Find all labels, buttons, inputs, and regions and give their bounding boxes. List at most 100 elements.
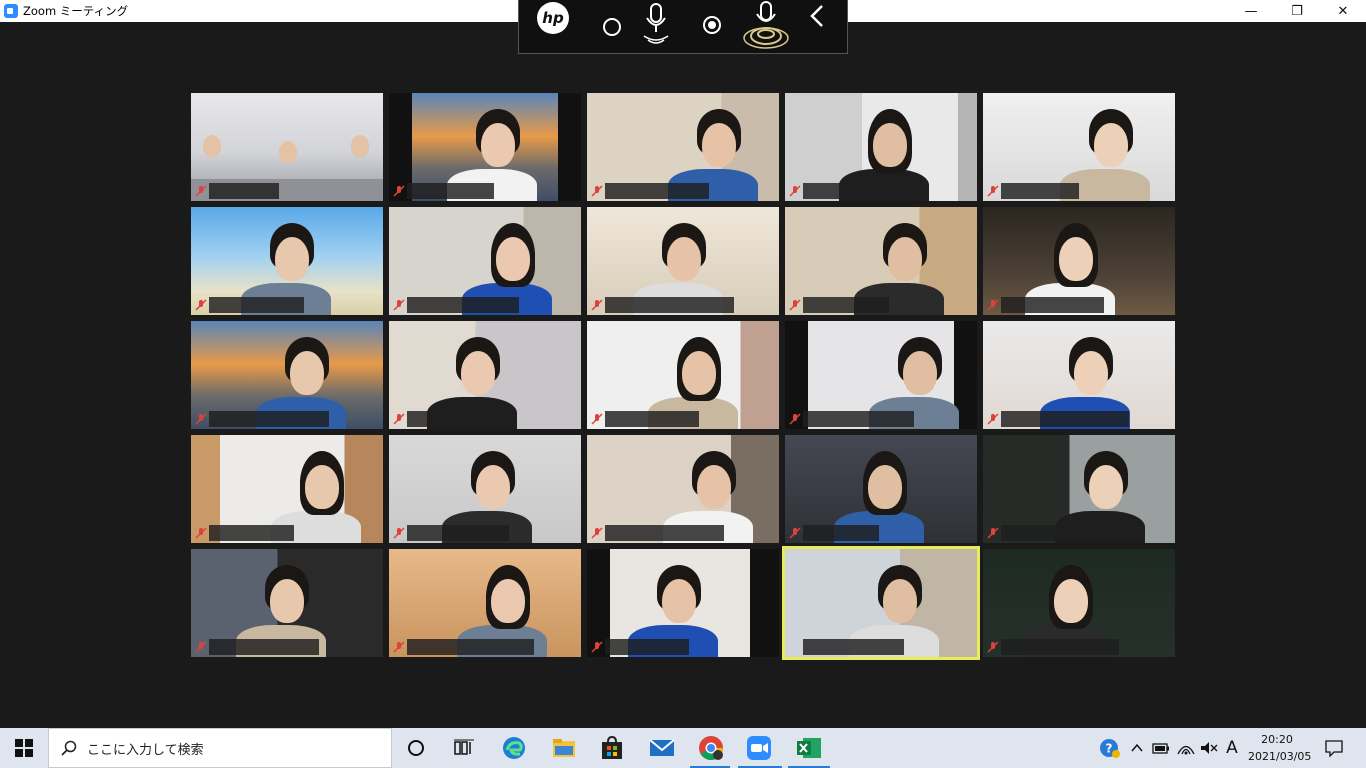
participant-name-bar (209, 525, 294, 541)
microsoft-store-button[interactable] (598, 734, 626, 762)
participant-video-tile[interactable] (191, 93, 383, 201)
search-icon (61, 740, 77, 756)
participant-video-tile[interactable] (983, 93, 1175, 201)
minimize-button[interactable]: — (1228, 0, 1274, 22)
microphone-noise-cancel-icon[interactable] (741, 0, 791, 50)
windows-logo-icon (15, 739, 33, 757)
window-controls: — ❐ ✕ (1228, 0, 1366, 22)
participant-video-tile[interactable] (191, 321, 383, 429)
participant-video-tile[interactable] (587, 207, 779, 315)
task-view-button[interactable] (450, 734, 478, 762)
participant-video-tile[interactable] (587, 435, 779, 543)
chrome-button[interactable] (697, 734, 725, 762)
window-title: Zoom ミーティング (23, 4, 129, 18)
participant-video-tile[interactable] (389, 207, 581, 315)
chevron-up-icon (1131, 743, 1143, 752)
network-tray-button[interactable] (1174, 728, 1198, 768)
volume-muted-icon (1201, 742, 1218, 754)
close-button[interactable]: ✕ (1320, 0, 1366, 22)
participant-video-tile[interactable] (389, 321, 581, 429)
mail-button[interactable] (648, 734, 676, 762)
microphone-icon[interactable] (639, 2, 673, 48)
battery-tray-button[interactable] (1150, 728, 1172, 768)
participant-name-bar (209, 183, 279, 199)
participant-face (903, 351, 937, 395)
task-view-icon (454, 739, 474, 755)
muted-mic-icon (789, 185, 801, 197)
record-on-icon[interactable] (703, 16, 721, 34)
participant-face (476, 465, 510, 509)
muted-mic-icon (789, 299, 801, 311)
participant-video-tile[interactable] (389, 93, 581, 201)
file-explorer-button[interactable] (550, 734, 578, 762)
participant-face (702, 123, 736, 167)
participant-face (481, 123, 515, 167)
zoom-icon (747, 736, 771, 760)
participant-face (1059, 237, 1093, 281)
muted-mic-icon (591, 413, 603, 425)
participant-name-bar (407, 183, 494, 199)
participant-face (697, 465, 731, 509)
zoom-app-icon (4, 4, 18, 18)
participant-video-tile[interactable] (191, 435, 383, 543)
taskbar-search-box[interactable]: ここに入力して検索 (48, 728, 392, 768)
participant-video-tile[interactable] (191, 207, 383, 315)
muted-mic-icon (591, 641, 603, 653)
participant-name-bar (407, 639, 534, 655)
record-off-icon[interactable] (603, 18, 621, 36)
participant-video-tile[interactable] (983, 207, 1175, 315)
participant-face (270, 579, 304, 623)
participant-video-tile[interactable] (785, 207, 977, 315)
help-icon: ? (1100, 739, 1120, 758)
cortana-button[interactable] (402, 734, 430, 762)
participant-name-bar (407, 525, 509, 541)
participant-face (1089, 465, 1123, 509)
participant-video-tile[interactable] (782, 546, 980, 660)
participant-face (873, 123, 907, 167)
participant-name-bar (605, 411, 699, 427)
participant-video-tile[interactable] (983, 549, 1175, 657)
excel-button[interactable] (795, 734, 823, 762)
participant-face (868, 465, 902, 509)
participant-video-tile[interactable] (389, 435, 581, 543)
participant-video-tile[interactable] (389, 549, 581, 657)
participant-name-bar (605, 639, 689, 655)
svg-text:?: ? (1106, 742, 1113, 756)
restore-button[interactable]: ❐ (1274, 0, 1320, 22)
participant-name-bar (803, 183, 924, 199)
participant-video-tile[interactable] (587, 549, 779, 657)
edge-browser-button[interactable] (500, 734, 528, 762)
participant-face (491, 579, 525, 623)
participant-video-tile[interactable] (785, 321, 977, 429)
participant-video-tile[interactable] (785, 93, 977, 201)
show-hidden-icons-button[interactable] (1126, 728, 1148, 768)
notifications-button[interactable] (1320, 728, 1348, 768)
excel-icon (797, 738, 821, 758)
participant-video-tile[interactable] (983, 321, 1175, 429)
muted-mic-icon (789, 413, 801, 425)
clock-date: 2021/03/05 (1248, 750, 1312, 763)
zoom-taskbar-button[interactable] (745, 734, 773, 762)
ime-indicator[interactable]: A (1220, 728, 1244, 768)
edge-icon (503, 737, 525, 759)
participant-video-tile[interactable] (587, 321, 779, 429)
help-tray-button[interactable]: ? (1098, 728, 1122, 768)
participant-video-tile[interactable] (191, 549, 383, 657)
participant-name-bar (1001, 411, 1129, 427)
participant-name-bar (1001, 297, 1104, 313)
muted-mic-icon (591, 527, 603, 539)
participant-name-bar (209, 297, 304, 313)
participant-name-bar (407, 411, 484, 427)
hp-logo: hp (537, 2, 569, 34)
participant-video-tile[interactable] (785, 435, 977, 543)
participant-name-bar (605, 297, 734, 313)
chevron-left-icon[interactable] (809, 4, 825, 28)
muted-mic-icon (987, 641, 999, 653)
volume-tray-button[interactable] (1198, 728, 1220, 768)
muted-mic-icon (591, 299, 603, 311)
start-button[interactable] (0, 728, 48, 768)
participant-video-tile[interactable] (587, 93, 779, 201)
taskbar-clock[interactable]: 20:20 2021/03/05 (1248, 731, 1312, 765)
participant-face (1094, 123, 1128, 167)
participant-video-tile[interactable] (983, 435, 1175, 543)
